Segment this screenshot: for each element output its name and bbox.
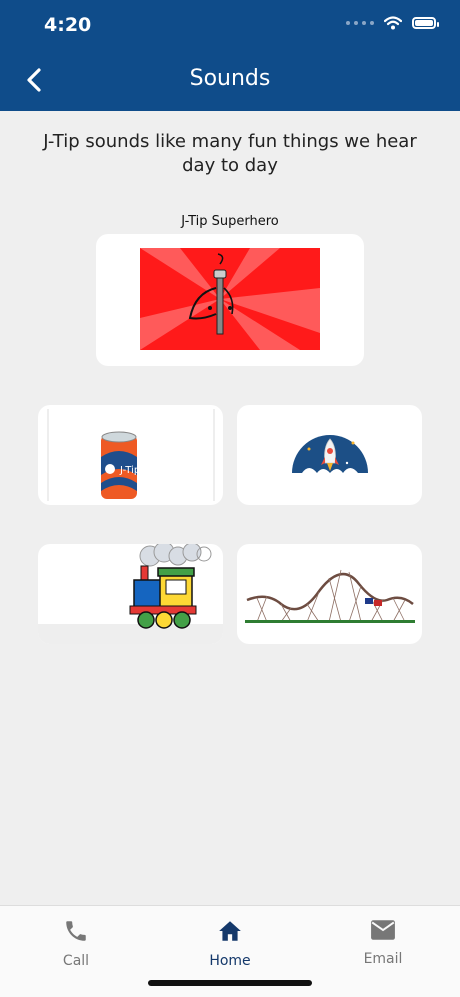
wifi-icon (384, 16, 402, 30)
tab-email-label: Email (363, 951, 403, 967)
intro-text: J-Tip sounds like many fun things we hea… (43, 131, 417, 176)
tab-home-label: Home (209, 953, 251, 969)
home-icon (219, 921, 241, 941)
superhero-sound-card[interactable] (96, 234, 364, 366)
tab-email[interactable]: Email (333, 918, 433, 967)
soda-can-sound-card[interactable]: J-Tip (38, 405, 223, 505)
train-image (38, 544, 223, 644)
mail-icon (371, 920, 395, 940)
tab-call-label: Call (62, 953, 90, 969)
app-header: 4:20 Sounds (0, 0, 460, 111)
signal-icon (346, 21, 374, 25)
status-time: 4:20 (44, 14, 92, 36)
roller-coaster-sound-card[interactable] (237, 544, 422, 644)
page-title: Sounds (189, 66, 271, 91)
status-icons (346, 16, 439, 30)
home-indicator (148, 980, 312, 986)
tab-call[interactable]: Call (26, 918, 126, 969)
rocket-sound-card[interactable] (237, 405, 422, 505)
hero-label: J-Tip Superhero (181, 214, 279, 229)
soda-brand-text: J-Tip (119, 465, 140, 476)
battery-icon (412, 17, 439, 29)
train-sound-card[interactable] (38, 544, 223, 644)
rocket-image (292, 435, 368, 473)
soda-can-image: J-Tip (47, 409, 215, 501)
tab-home[interactable]: Home (180, 918, 280, 969)
superhero-image (140, 248, 320, 350)
phone-icon (66, 921, 86, 941)
roller-coaster-image (245, 569, 415, 623)
